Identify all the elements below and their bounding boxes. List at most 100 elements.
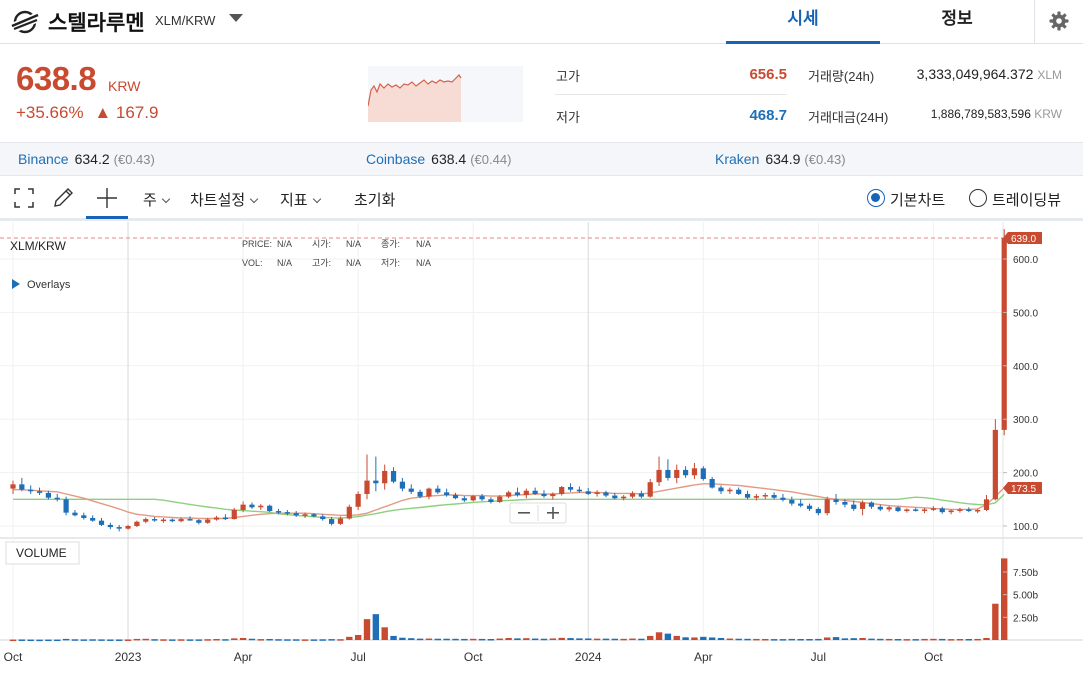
high-label: 고가 bbox=[556, 69, 580, 84]
candle-body bbox=[559, 487, 565, 494]
candle-body bbox=[904, 509, 910, 512]
zoom-out-button[interactable] bbox=[518, 512, 530, 514]
candle-body bbox=[222, 517, 228, 520]
candle-body bbox=[753, 496, 759, 498]
volume-bar bbox=[602, 638, 610, 641]
volume-bar bbox=[89, 639, 96, 641]
basic-chart-label[interactable]: 기본차트 bbox=[890, 189, 945, 210]
tradingview-radio[interactable] bbox=[969, 189, 987, 207]
volume-bar bbox=[832, 637, 840, 640]
volume-bar bbox=[275, 639, 282, 641]
volume-bar bbox=[965, 639, 972, 641]
volume-bar bbox=[841, 638, 849, 640]
candle-body bbox=[514, 492, 521, 496]
candle-body bbox=[28, 489, 34, 492]
volume-bar bbox=[177, 639, 185, 641]
candle-body bbox=[975, 509, 981, 512]
reset-button[interactable]: 초기화 bbox=[354, 189, 395, 210]
candle-body bbox=[143, 519, 149, 522]
candle-body bbox=[134, 521, 140, 526]
volume-bar bbox=[930, 638, 937, 641]
amount-unit: KRW bbox=[1034, 107, 1062, 121]
coin-dropdown-icon[interactable] bbox=[229, 14, 243, 22]
volume-tick-label: 7.50b bbox=[1013, 568, 1038, 579]
candle-body bbox=[506, 492, 512, 497]
candle-body bbox=[868, 502, 875, 507]
chart-settings-menu[interactable]: 차트설정 bbox=[190, 189, 259, 210]
candle-body bbox=[683, 469, 689, 476]
candle-body bbox=[267, 505, 273, 512]
volume-bar bbox=[160, 639, 167, 641]
volume-bar bbox=[470, 638, 477, 641]
volume-bar bbox=[27, 639, 34, 642]
candle-body bbox=[160, 519, 167, 522]
basic-chart-radio[interactable] bbox=[867, 189, 885, 207]
pencil-icon[interactable] bbox=[52, 187, 76, 209]
candle-body bbox=[311, 514, 317, 517]
current-price: 638.8 bbox=[16, 60, 97, 97]
volume-unit: XLM bbox=[1037, 68, 1062, 82]
candle-body bbox=[205, 519, 211, 523]
volume-bar bbox=[824, 637, 831, 640]
exchange-prices: Binance 634.2 (€0.43) Coinbase 638.4 (€0.44)… bbox=[0, 142, 1083, 176]
volume-bar bbox=[346, 636, 353, 640]
volume-bar bbox=[655, 632, 663, 640]
volume-bar bbox=[850, 638, 857, 640]
volume-bar bbox=[664, 633, 672, 640]
overlays-toggle[interactable]: Overlays bbox=[27, 279, 71, 291]
time-tick-label: Oct bbox=[4, 650, 23, 664]
volume-bar bbox=[328, 639, 335, 641]
candle-body bbox=[178, 519, 184, 522]
chevron-down-icon bbox=[161, 194, 171, 204]
volume-bar bbox=[770, 639, 778, 641]
period-select[interactable]: 주 bbox=[143, 189, 171, 210]
low-readout-value: N/A bbox=[416, 258, 431, 268]
volume-bar bbox=[629, 638, 636, 641]
candle-body bbox=[364, 480, 370, 494]
candle-body bbox=[576, 489, 582, 492]
chart-toolbar: 주 차트설정 지표 초기화 기본차트 트레이딩뷰 bbox=[0, 177, 1083, 221]
volume-bar bbox=[620, 638, 627, 641]
close-readout-value: N/A bbox=[416, 239, 431, 249]
price-chart[interactable]: 600.0 500.0 400.0 300.0 200.0 100.0 7.50b 5.00b… bbox=[0, 222, 1083, 674]
volume-bar bbox=[204, 639, 211, 641]
candle-body bbox=[107, 524, 113, 528]
volume-bar bbox=[1001, 558, 1008, 640]
volume-bar bbox=[708, 637, 716, 640]
volume-bar bbox=[80, 639, 87, 641]
volume-bar bbox=[399, 637, 406, 640]
volume-bar bbox=[213, 639, 220, 641]
candle-body bbox=[727, 489, 733, 492]
settings-button[interactable] bbox=[1034, 0, 1083, 44]
candle-body bbox=[798, 503, 804, 506]
volume-bar bbox=[726, 638, 734, 641]
fullscreen-icon[interactable] bbox=[13, 187, 35, 209]
candle-body bbox=[585, 491, 591, 494]
volume-bar bbox=[868, 638, 875, 641]
volume-bar bbox=[284, 639, 291, 641]
tradingview-label[interactable]: 트레이딩뷰 bbox=[992, 189, 1061, 210]
indicators-menu[interactable]: 지표 bbox=[280, 189, 321, 210]
volume-bar bbox=[877, 638, 884, 641]
volume-bar bbox=[363, 619, 371, 640]
candle-body bbox=[399, 481, 405, 489]
volume-bar bbox=[354, 635, 362, 640]
volume-bar bbox=[266, 639, 273, 641]
volume-bar bbox=[593, 638, 601, 641]
candle-body bbox=[744, 493, 751, 498]
amount-value: 1,886,789,583,596 bbox=[930, 107, 1031, 121]
candle-body bbox=[444, 492, 450, 496]
candle-body bbox=[417, 491, 423, 497]
low-label: 저가 bbox=[556, 110, 580, 125]
exchange-eur: (€0.43) bbox=[113, 152, 155, 167]
candle-body bbox=[196, 520, 202, 523]
volume-bar bbox=[815, 638, 822, 641]
tab-market[interactable]: 시세 bbox=[726, 0, 880, 44]
tab-info[interactable]: 정보 bbox=[880, 0, 1034, 44]
crosshair-icon[interactable] bbox=[95, 187, 119, 209]
candle-body bbox=[63, 499, 69, 513]
exchange-coinbase: Coinbase 638.4 (€0.44) bbox=[366, 151, 511, 167]
volume-bar bbox=[231, 638, 238, 640]
candle-body bbox=[346, 506, 352, 519]
volume-bar bbox=[885, 638, 893, 641]
